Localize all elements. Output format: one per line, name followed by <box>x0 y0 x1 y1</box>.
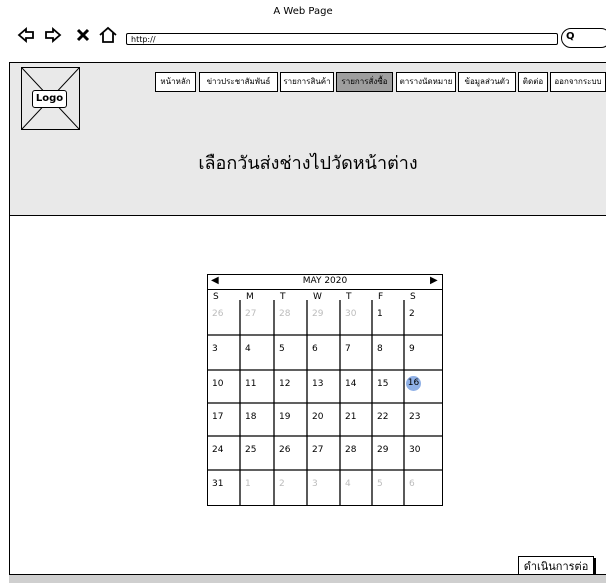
weekday-label: W <box>313 292 322 302</box>
calendar-day[interactable]: 17 <box>212 412 223 422</box>
calendar-prev-icon[interactable]: ◀ <box>211 275 219 286</box>
calendar-month: MAY 2020 <box>302 276 348 286</box>
forward-arrow-icon[interactable] <box>44 26 62 44</box>
back-arrow-icon[interactable] <box>17 26 35 44</box>
calendar-day[interactable]: 8 <box>377 344 383 354</box>
nav-item-contact[interactable]: ติดต่อ <box>518 72 548 92</box>
calendar-day[interactable]: 4 <box>245 344 251 354</box>
close-x-icon[interactable] <box>74 26 92 44</box>
nav-item-profile[interactable]: ข้อมูลส่วนตัว <box>458 72 516 92</box>
calendar-day[interactable]: 26 <box>279 445 290 455</box>
calendar-grid-lines <box>207 300 443 506</box>
calendar-day[interactable]: 30 <box>345 309 356 319</box>
calendar-day[interactable]: 5 <box>279 344 285 354</box>
calendar-day[interactable]: 27 <box>245 309 256 319</box>
search-icon[interactable]: Q <box>566 31 575 42</box>
calendar-day[interactable]: 10 <box>212 379 223 389</box>
calendar-day[interactable]: 28 <box>279 309 290 319</box>
calendar-day[interactable]: 1 <box>377 309 383 319</box>
nav-item-orders[interactable]: รายการสั่งซื้อ <box>336 72 393 92</box>
calendar-day[interactable]: 22 <box>377 412 388 422</box>
calendar-day[interactable]: 19 <box>279 412 290 422</box>
calendar-day[interactable]: 24 <box>212 445 223 455</box>
calendar-day[interactable]: 25 <box>245 445 256 455</box>
weekday-label: T <box>346 292 352 302</box>
calendar-day[interactable]: 2 <box>409 309 415 319</box>
calendar-day[interactable]: 23 <box>409 412 420 422</box>
calendar-day[interactable]: 20 <box>312 412 323 422</box>
logo-label: Logo <box>32 90 67 108</box>
nav-item-appointments[interactable]: ตารางนัดหมาย <box>396 72 456 92</box>
calendar-day[interactable]: 14 <box>345 379 356 389</box>
calendar-day[interactable]: 29 <box>312 309 323 319</box>
calendar-day[interactable]: 27 <box>312 445 323 455</box>
calendar-day[interactable]: 11 <box>245 379 256 389</box>
calendar-day[interactable]: 12 <box>279 379 290 389</box>
calendar-day[interactable]: 6 <box>312 344 318 354</box>
calendar-day-selected[interactable]: 16 <box>406 376 421 391</box>
weekday-label: T <box>280 292 286 302</box>
calendar-day[interactable]: 15 <box>377 379 388 389</box>
weekday-label: S <box>410 292 416 302</box>
calendar-day[interactable]: 13 <box>312 379 323 389</box>
weekday-label: M <box>246 292 254 302</box>
calendar-day[interactable]: 18 <box>245 412 256 422</box>
calendar-day[interactable]: 9 <box>409 344 415 354</box>
weekday-label: S <box>213 292 219 302</box>
page-heading: เลือกวันส่งช่างไปวัดหน้าต่าง <box>198 153 418 174</box>
nav-item-products[interactable]: รายการสินค้า <box>280 72 334 92</box>
calendar-day[interactable]: 4 <box>345 479 351 489</box>
calendar-day[interactable]: 1 <box>245 479 251 489</box>
calendar-day[interactable]: 3 <box>312 479 318 489</box>
calendar-day[interactable]: 6 <box>409 479 415 489</box>
calendar-day[interactable]: 5 <box>377 479 383 489</box>
window-title: A Web Page <box>273 6 333 17</box>
nav-item-news[interactable]: ข่าวประชาสัมพันธ์ <box>199 72 278 92</box>
nav-item-logout[interactable]: ออกจากระบบ <box>550 72 606 92</box>
calendar-day[interactable]: 21 <box>345 412 356 422</box>
calendar-day[interactable]: 30 <box>409 445 420 455</box>
calendar-day[interactable]: 26 <box>212 309 223 319</box>
calendar-day[interactable]: 7 <box>345 344 351 354</box>
nav-item-home[interactable]: หน้าหลัก <box>155 72 196 92</box>
calendar-day[interactable]: 31 <box>212 479 223 489</box>
calendar-day[interactable]: 3 <box>212 344 218 354</box>
calendar-next-icon[interactable]: ▶ <box>430 275 438 286</box>
home-icon[interactable] <box>98 26 118 44</box>
calendar-day[interactable]: 28 <box>345 445 356 455</box>
calendar-day[interactable]: 2 <box>279 479 285 489</box>
weekday-label: F <box>378 292 384 302</box>
address-bar[interactable]: http:// <box>126 33 558 45</box>
calendar-day[interactable]: 29 <box>377 445 388 455</box>
